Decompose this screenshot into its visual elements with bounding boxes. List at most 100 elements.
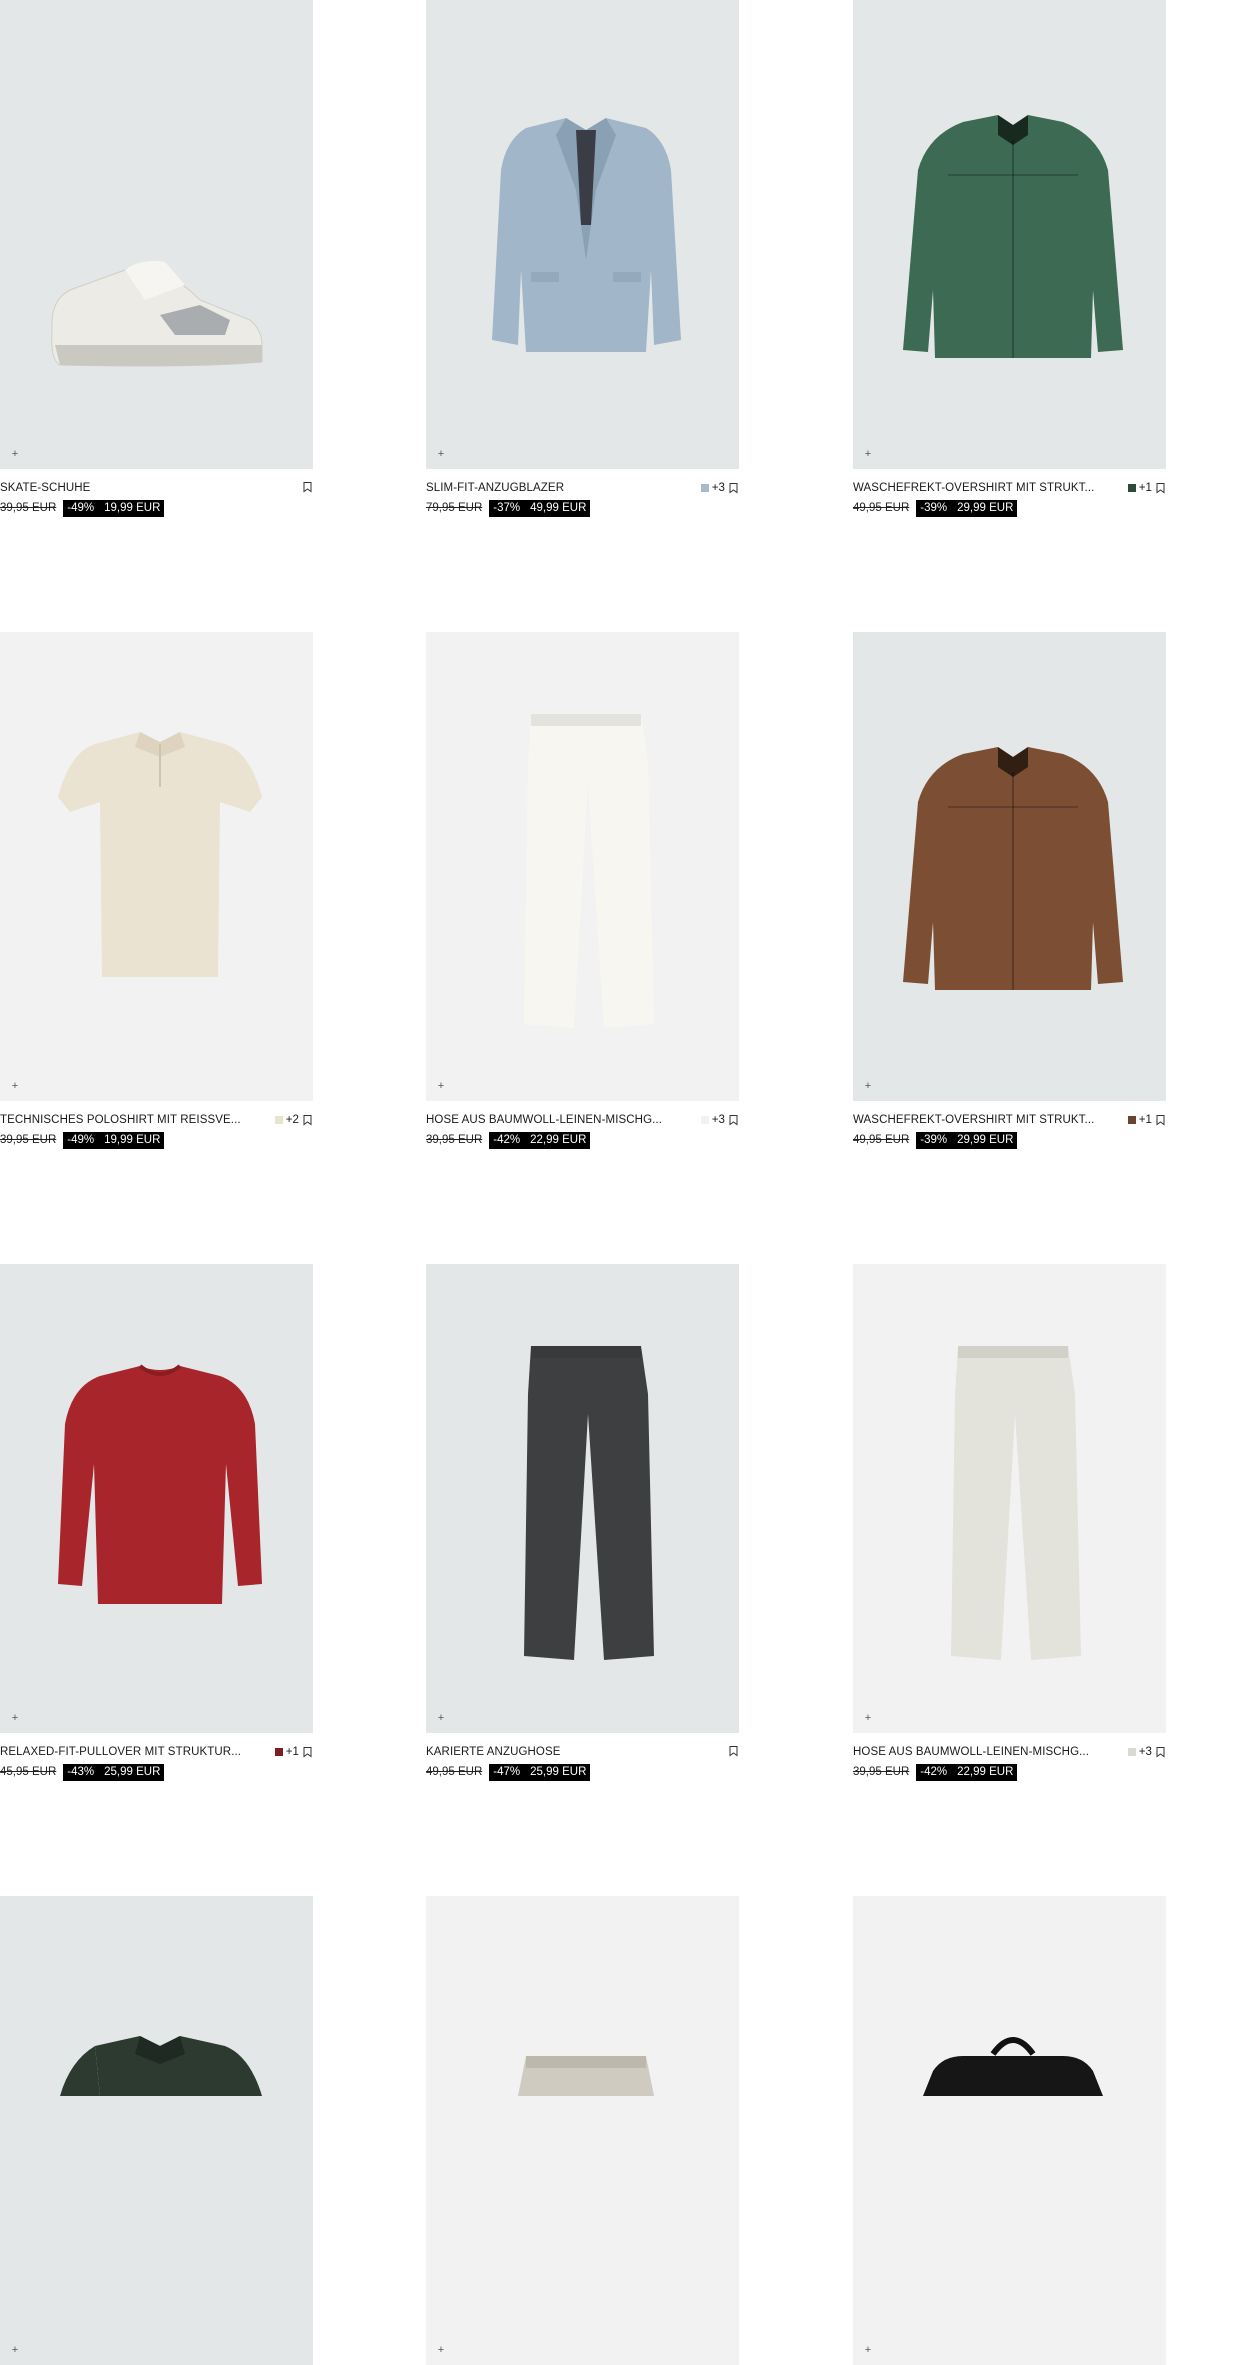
product-image[interactable]: + [853,1264,1166,1733]
product-image[interactable]: + [426,1264,739,1733]
more-colors-count[interactable]: +3 [712,481,725,495]
product-image[interactable]: + [0,1896,313,2365]
sale-price: 29,99 EUR [957,1134,1014,1146]
pants-white-image [524,714,654,1028]
bookmark-icon[interactable] [728,1114,739,1126]
product-card[interactable]: + [853,1896,1166,2365]
product-card[interactable]: + [0,1896,313,2365]
product-name[interactable]: HOSE AUS BAUMWOLL-LEINEN-MISCHG... [853,1745,1089,1759]
color-swatch[interactable] [700,484,709,492]
discount-percent: -37% [493,502,521,514]
add-to-cart-icon[interactable]: + [436,449,446,460]
sale-price-badge: -47% 25,99 EUR [489,1764,591,1781]
more-colors-count[interactable]: +1 [286,1745,299,1759]
product-card[interactable]: + HOSE AUS BAUMWOLL-LEINEN-MISCHG... +3 … [426,632,739,1149]
product-image[interactable]: + [426,0,739,469]
product-name[interactable]: HOSE AUS BAUMWOLL-LEINEN-MISCHG... [426,1113,662,1127]
original-price: 39,95 EUR [0,502,57,514]
product-card[interactable]: + WASCHEFREKT-OVERSHIRT MIT STRUKT... +1… [853,0,1166,517]
more-colors-count[interactable]: +3 [712,1113,725,1127]
original-price: 79,95 EUR [426,502,483,514]
blazer-image [492,118,681,352]
sale-price: 22,99 EUR [957,1766,1014,1778]
bookmark-icon[interactable] [1155,1114,1166,1126]
add-to-cart-icon[interactable]: + [10,1081,20,1092]
product-name[interactable]: RELAXED-FIT-PULLOVER MIT STRUKTUR... [0,1745,241,1759]
product-card[interactable]: + RELAXED-FIT-PULLOVER MIT STRUKTUR... +… [0,1264,313,1781]
original-price: 39,95 EUR [853,1766,910,1778]
discount-percent: -43% [67,1766,95,1778]
product-name[interactable]: TECHNISCHES POLOSHIRT MIT REISSVE... [0,1113,241,1127]
shorts-image [518,2056,654,2096]
original-price: 49,95 EUR [426,1766,483,1778]
sneaker-image [51,260,263,367]
bag-image [853,1896,1166,2365]
color-swatch[interactable] [1127,1116,1136,1124]
discount-percent: -47% [493,1766,521,1778]
bookmark-icon[interactable] [1155,1746,1166,1758]
sale-price-badge: -39% 29,99 EUR [916,500,1018,517]
bookmark-icon[interactable] [728,482,739,494]
sale-price-badge: -37% 49,99 EUR [489,500,591,517]
sale-price-badge: -49% 19,99 EUR [63,1132,165,1149]
original-price: 45,95 EUR [0,1766,57,1778]
add-to-cart-icon[interactable]: + [863,2345,873,2356]
add-to-cart-icon[interactable]: + [863,449,873,460]
product-card[interactable]: + TECHNISCHES POLOSHIRT MIT REISSVE... +… [0,632,313,1149]
more-colors-count[interactable]: +1 [1139,481,1152,495]
product-name[interactable]: WASCHEFREKT-OVERSHIRT MIT STRUKT... [853,1113,1094,1127]
product-name[interactable]: WASCHEFREKT-OVERSHIRT MIT STRUKT... [853,481,1094,495]
product-image[interactable]: + [0,1264,313,1733]
add-to-cart-icon[interactable]: + [436,2345,446,2356]
add-to-cart-icon[interactable]: + [10,1713,20,1724]
product-name[interactable]: SKATE-SCHUHE [0,481,90,495]
color-swatch[interactable] [274,1748,283,1756]
product-image[interactable]: + [426,632,739,1101]
add-to-cart-icon[interactable]: + [436,1713,446,1724]
sale-price: 19,99 EUR [104,502,161,514]
bookmark-icon[interactable] [1155,482,1166,494]
product-card[interactable]: + KARIERTE ANZUGHOSE 49,95 EUR -47% 25,99 … [426,1264,739,1781]
original-price: 49,95 EUR [853,502,910,514]
add-to-cart-icon[interactable]: + [10,449,20,460]
bookmark-icon[interactable] [302,481,313,493]
more-colors-count[interactable]: +3 [1139,1745,1152,1759]
add-to-cart-icon[interactable]: + [10,2345,20,2356]
product-card[interactable]: + SLIM-FIT-ANZUGBLAZER +3 79,95 EUR -37% 4… [426,0,739,517]
product-image[interactable]: + [0,0,313,469]
product-image[interactable]: + [853,0,1166,469]
discount-percent: -49% [67,502,95,514]
discount-percent: -49% [67,1134,95,1146]
product-image[interactable]: + [853,632,1166,1101]
bookmark-icon[interactable] [302,1746,313,1758]
more-colors-count[interactable]: +2 [286,1113,299,1127]
sale-price-badge: -42% 22,99 EUR [489,1132,591,1149]
product-image[interactable]: + [426,1896,739,2365]
polo-green-image [60,2036,262,2096]
pants-stone-image [951,1346,1081,1660]
color-swatch[interactable] [1127,1748,1136,1756]
product-card[interactable]: + WASCHEFREKT-OVERSHIRT MIT STRUKT... +1… [853,632,1166,1149]
product-card[interactable]: + HOSE AUS BAUMWOLL-LEINEN-MISCHG... +3 … [853,1264,1166,1781]
product-name[interactable]: SLIM-FIT-ANZUGBLAZER [426,481,564,495]
bookmark-icon[interactable] [302,1114,313,1126]
discount-percent: -42% [920,1766,948,1778]
original-price: 39,95 EUR [426,1134,483,1146]
sale-price: 22,99 EUR [530,1134,587,1146]
product-card[interactable]: + SKATE-SCHUHE 39,95 EUR -49% 19,99 EUR [0,0,313,517]
more-colors-count[interactable]: +1 [1139,1113,1152,1127]
product-name[interactable]: KARIERTE ANZUGHOSE [426,1745,561,1759]
bookmark-icon[interactable] [728,1745,739,1757]
product-card[interactable]: + [426,1896,739,2365]
color-swatch[interactable] [274,1116,283,1124]
add-to-cart-icon[interactable]: + [863,1713,873,1724]
product-image[interactable]: + [0,632,313,1101]
add-to-cart-icon[interactable]: + [863,1081,873,1092]
pants-grey-image [524,1346,654,1660]
overshirt-green-image [902,114,1124,359]
product-image[interactable]: + [853,1896,1166,2365]
color-swatch[interactable] [700,1116,709,1124]
add-to-cart-icon[interactable]: + [436,1081,446,1092]
color-swatch[interactable] [1127,484,1136,492]
sale-price: 19,99 EUR [104,1134,161,1146]
